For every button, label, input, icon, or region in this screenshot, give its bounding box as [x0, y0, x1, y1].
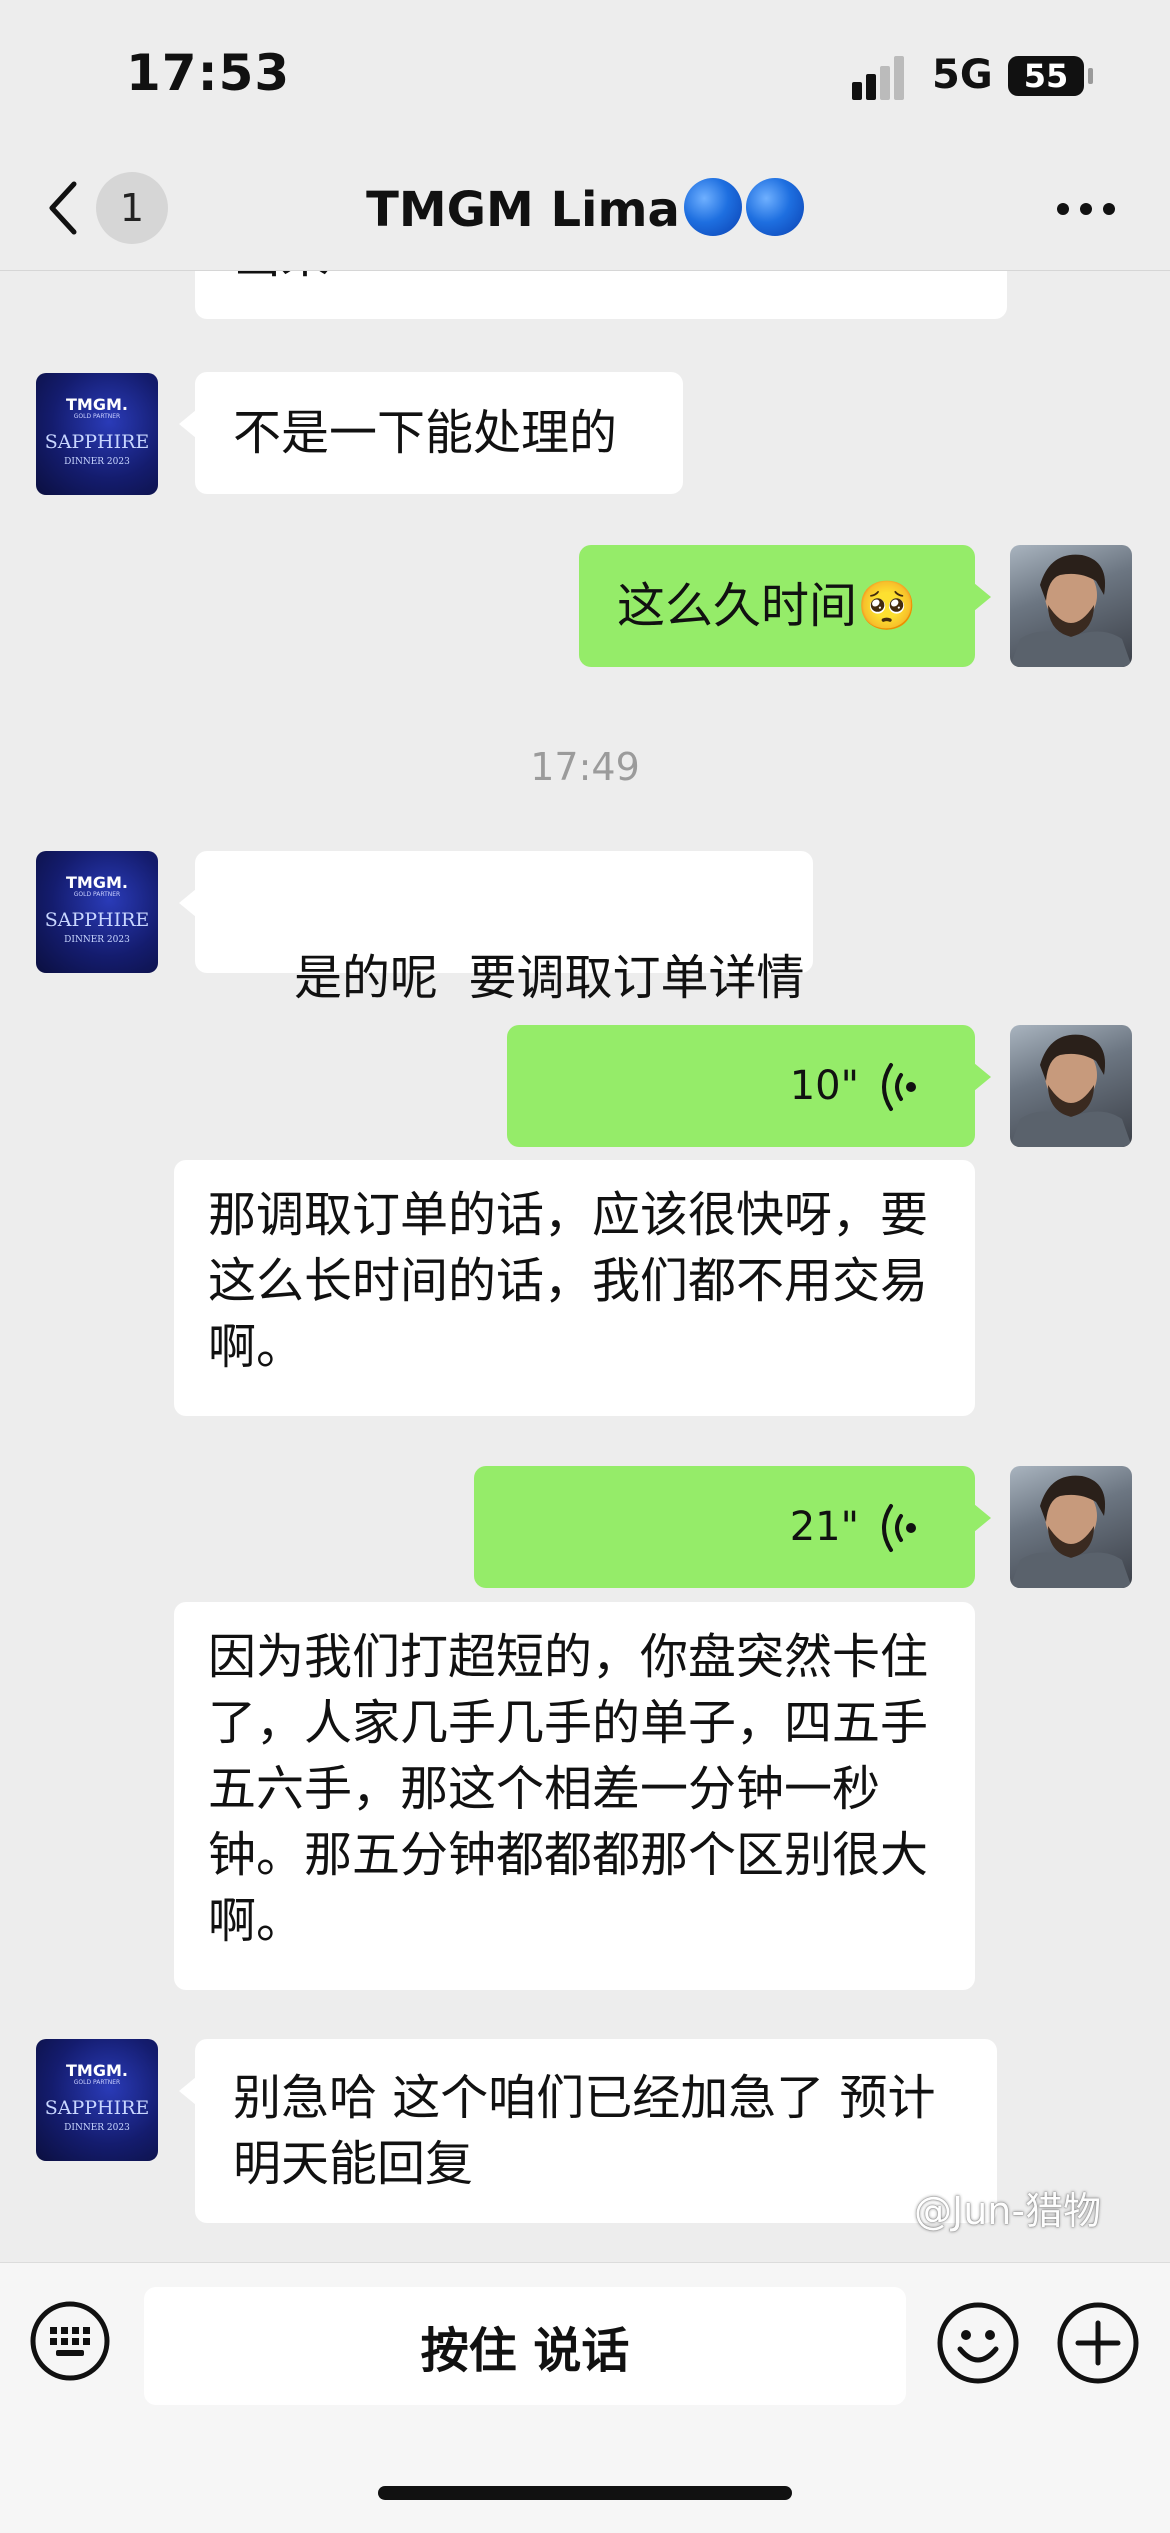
chat-title-text: TMGM Lima: [366, 182, 680, 238]
voice-duration: 10": [789, 1063, 859, 1109]
message-list[interactable]: 出来 TMGM. GOLD PARTNER SAPPHIRE DINNER 20…: [0, 271, 1170, 2261]
avatar-sub-text: DINNER 2023: [64, 935, 130, 945]
warrior-portrait-icon: [1010, 1034, 1132, 1147]
voice-wave-icon: [882, 1504, 916, 1552]
avatar-brand-text: SAPPHIRE: [44, 909, 150, 931]
voice-duration: 21": [789, 1504, 859, 1550]
message-bubble-incoming[interactable]: 不是一下能处理的: [179, 372, 683, 494]
avatar-logo-text: TMGM.: [66, 873, 128, 892]
signal-icon: [852, 56, 904, 100]
voice-message-bubble[interactable]: 21": [474, 1466, 991, 1588]
chat-title: TMGM Lima: [0, 178, 1170, 238]
avatar-sub-text: DINNER 2023: [64, 2123, 130, 2133]
avatar-sub-text: DINNER 2023: [64, 457, 130, 467]
avatar-logo-subtext: GOLD PARTNER: [73, 413, 121, 420]
plus-icon[interactable]: [1056, 2301, 1140, 2385]
message-text: 别急哈 这个咱们已经加急了 预计明天能回复: [233, 2070, 936, 2192]
more-options-icon[interactable]: [1056, 202, 1116, 216]
voice-transcript[interactable]: 因为我们打超短的，你盘突然卡住了，人家几手几手的单子，四五手五六手，那这个相差一…: [174, 1602, 975, 1990]
user-avatar[interactable]: [1010, 545, 1132, 667]
avatar-logo-text: TMGM.: [66, 395, 128, 414]
voice-wave-icon: [882, 1063, 916, 1111]
battery-level: 55: [1023, 57, 1069, 95]
avatar-logo-text: TMGM.: [66, 2061, 128, 2080]
message-text: 出来: [233, 271, 329, 284]
avatar-logo-subtext: GOLD PARTNER: [73, 2079, 121, 2086]
message-text: 是的呢 要调取订单详情: [294, 950, 805, 1006]
keyboard-icon[interactable]: [30, 2301, 110, 2381]
message-text: 这么久时间🥺: [617, 578, 917, 634]
avatar-logo-subtext: GOLD PARTNER: [73, 891, 121, 898]
voice-message-bubble[interactable]: 10": [507, 1025, 991, 1147]
contact-avatar[interactable]: TMGM. GOLD PARTNER SAPPHIRE DINNER 2023: [36, 851, 158, 973]
status-time: 17:53: [126, 44, 291, 102]
message-bubble-incoming[interactable]: 出来: [195, 271, 1007, 319]
network-type: 5G: [932, 52, 993, 98]
blue-circle-emoji: [683, 178, 742, 236]
transcript-text: 因为我们打超短的，你盘突然卡住了，人家几手几手的单子，四五手五六手，那这个相差一…: [208, 1629, 929, 1949]
contact-avatar[interactable]: TMGM. GOLD PARTNER SAPPHIRE DINNER 2023: [36, 373, 158, 495]
message-timestamp: 17:49: [530, 745, 640, 789]
hold-to-talk-button[interactable]: 按住 说话: [144, 2287, 906, 2405]
voice-transcript[interactable]: 那调取订单的话，应该很快呀，要这么长时间的话，我们都不用交易啊。: [174, 1160, 975, 1416]
battery-icon: 55: [1008, 56, 1084, 96]
message-bubble-outgoing[interactable]: 这么久时间🥺: [579, 545, 991, 667]
avatar-brand-text: SAPPHIRE: [44, 431, 150, 453]
user-avatar[interactable]: [1010, 1025, 1132, 1147]
message-bubble-incoming[interactable]: 是的呢 要调取订单详情: [179, 851, 813, 1006]
blue-circle-emoji: [745, 178, 804, 236]
contact-avatar[interactable]: TMGM. GOLD PARTNER SAPPHIRE DINNER 2023: [36, 2039, 158, 2161]
avatar-brand-text: SAPPHIRE: [44, 2097, 150, 2119]
message-text: 不是一下能处理的: [233, 405, 618, 461]
chat-header: 1 TMGM Lima: [0, 150, 1170, 271]
home-indicator[interactable]: [378, 2486, 792, 2500]
transcript-text: 那调取订单的话，应该很快呀，要这么长时间的话，我们都不用交易啊。: [208, 1187, 929, 1375]
emoji-icon[interactable]: [936, 2301, 1020, 2385]
watermark-text: @Jun-猎物: [914, 2189, 1102, 2233]
warrior-portrait-icon: [1010, 1475, 1132, 1588]
warrior-portrait-icon: [1010, 554, 1132, 667]
user-avatar[interactable]: [1010, 1466, 1132, 1588]
status-bar: 17:53 5G 55: [0, 0, 1170, 150]
battery-cap: [1088, 68, 1093, 84]
message-bubble-incoming[interactable]: 别急哈 这个咱们已经加急了 预计明天能回复: [179, 2039, 997, 2223]
